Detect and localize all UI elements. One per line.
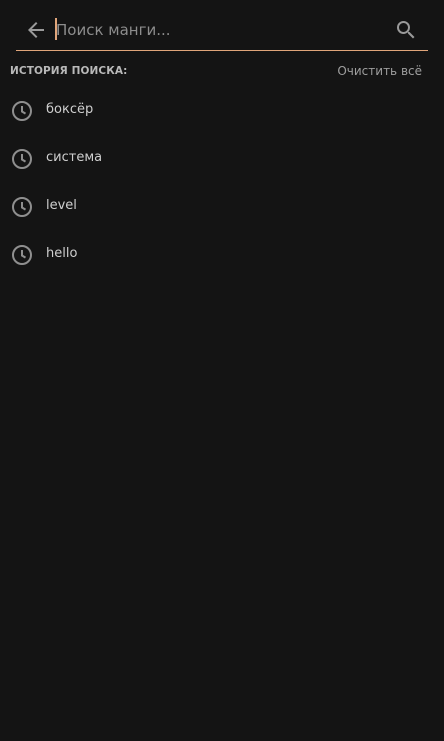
history-item-label: боксёр — [46, 102, 94, 117]
history-item-label: система — [46, 150, 103, 165]
history-item[interactable]: боксёр — [0, 87, 444, 135]
history-item[interactable]: level — [0, 183, 444, 231]
clock-icon — [12, 245, 32, 265]
arrow-left-icon — [28, 22, 44, 38]
clock-icon — [12, 197, 32, 217]
history-list: боксёр система level hello — [0, 87, 444, 279]
clock-icon — [12, 101, 32, 121]
search-input[interactable] — [54, 16, 386, 44]
history-item-label: level — [46, 198, 77, 213]
clear-all-button[interactable]: Очистить всё — [337, 64, 422, 78]
history-item[interactable]: система — [0, 135, 444, 183]
text-cursor — [55, 18, 57, 40]
back-button[interactable] — [24, 18, 48, 42]
search-bar — [16, 10, 428, 51]
history-item-label: hello — [46, 246, 78, 261]
clock-icon — [12, 149, 32, 169]
history-header: ИСТОРИЯ ПОИСКА: Очистить всё — [10, 64, 424, 82]
history-title: ИСТОРИЯ ПОИСКА: — [10, 65, 128, 77]
magnifier-icon — [397, 21, 415, 39]
search-button[interactable] — [394, 18, 418, 42]
history-item[interactable]: hello — [0, 231, 444, 279]
